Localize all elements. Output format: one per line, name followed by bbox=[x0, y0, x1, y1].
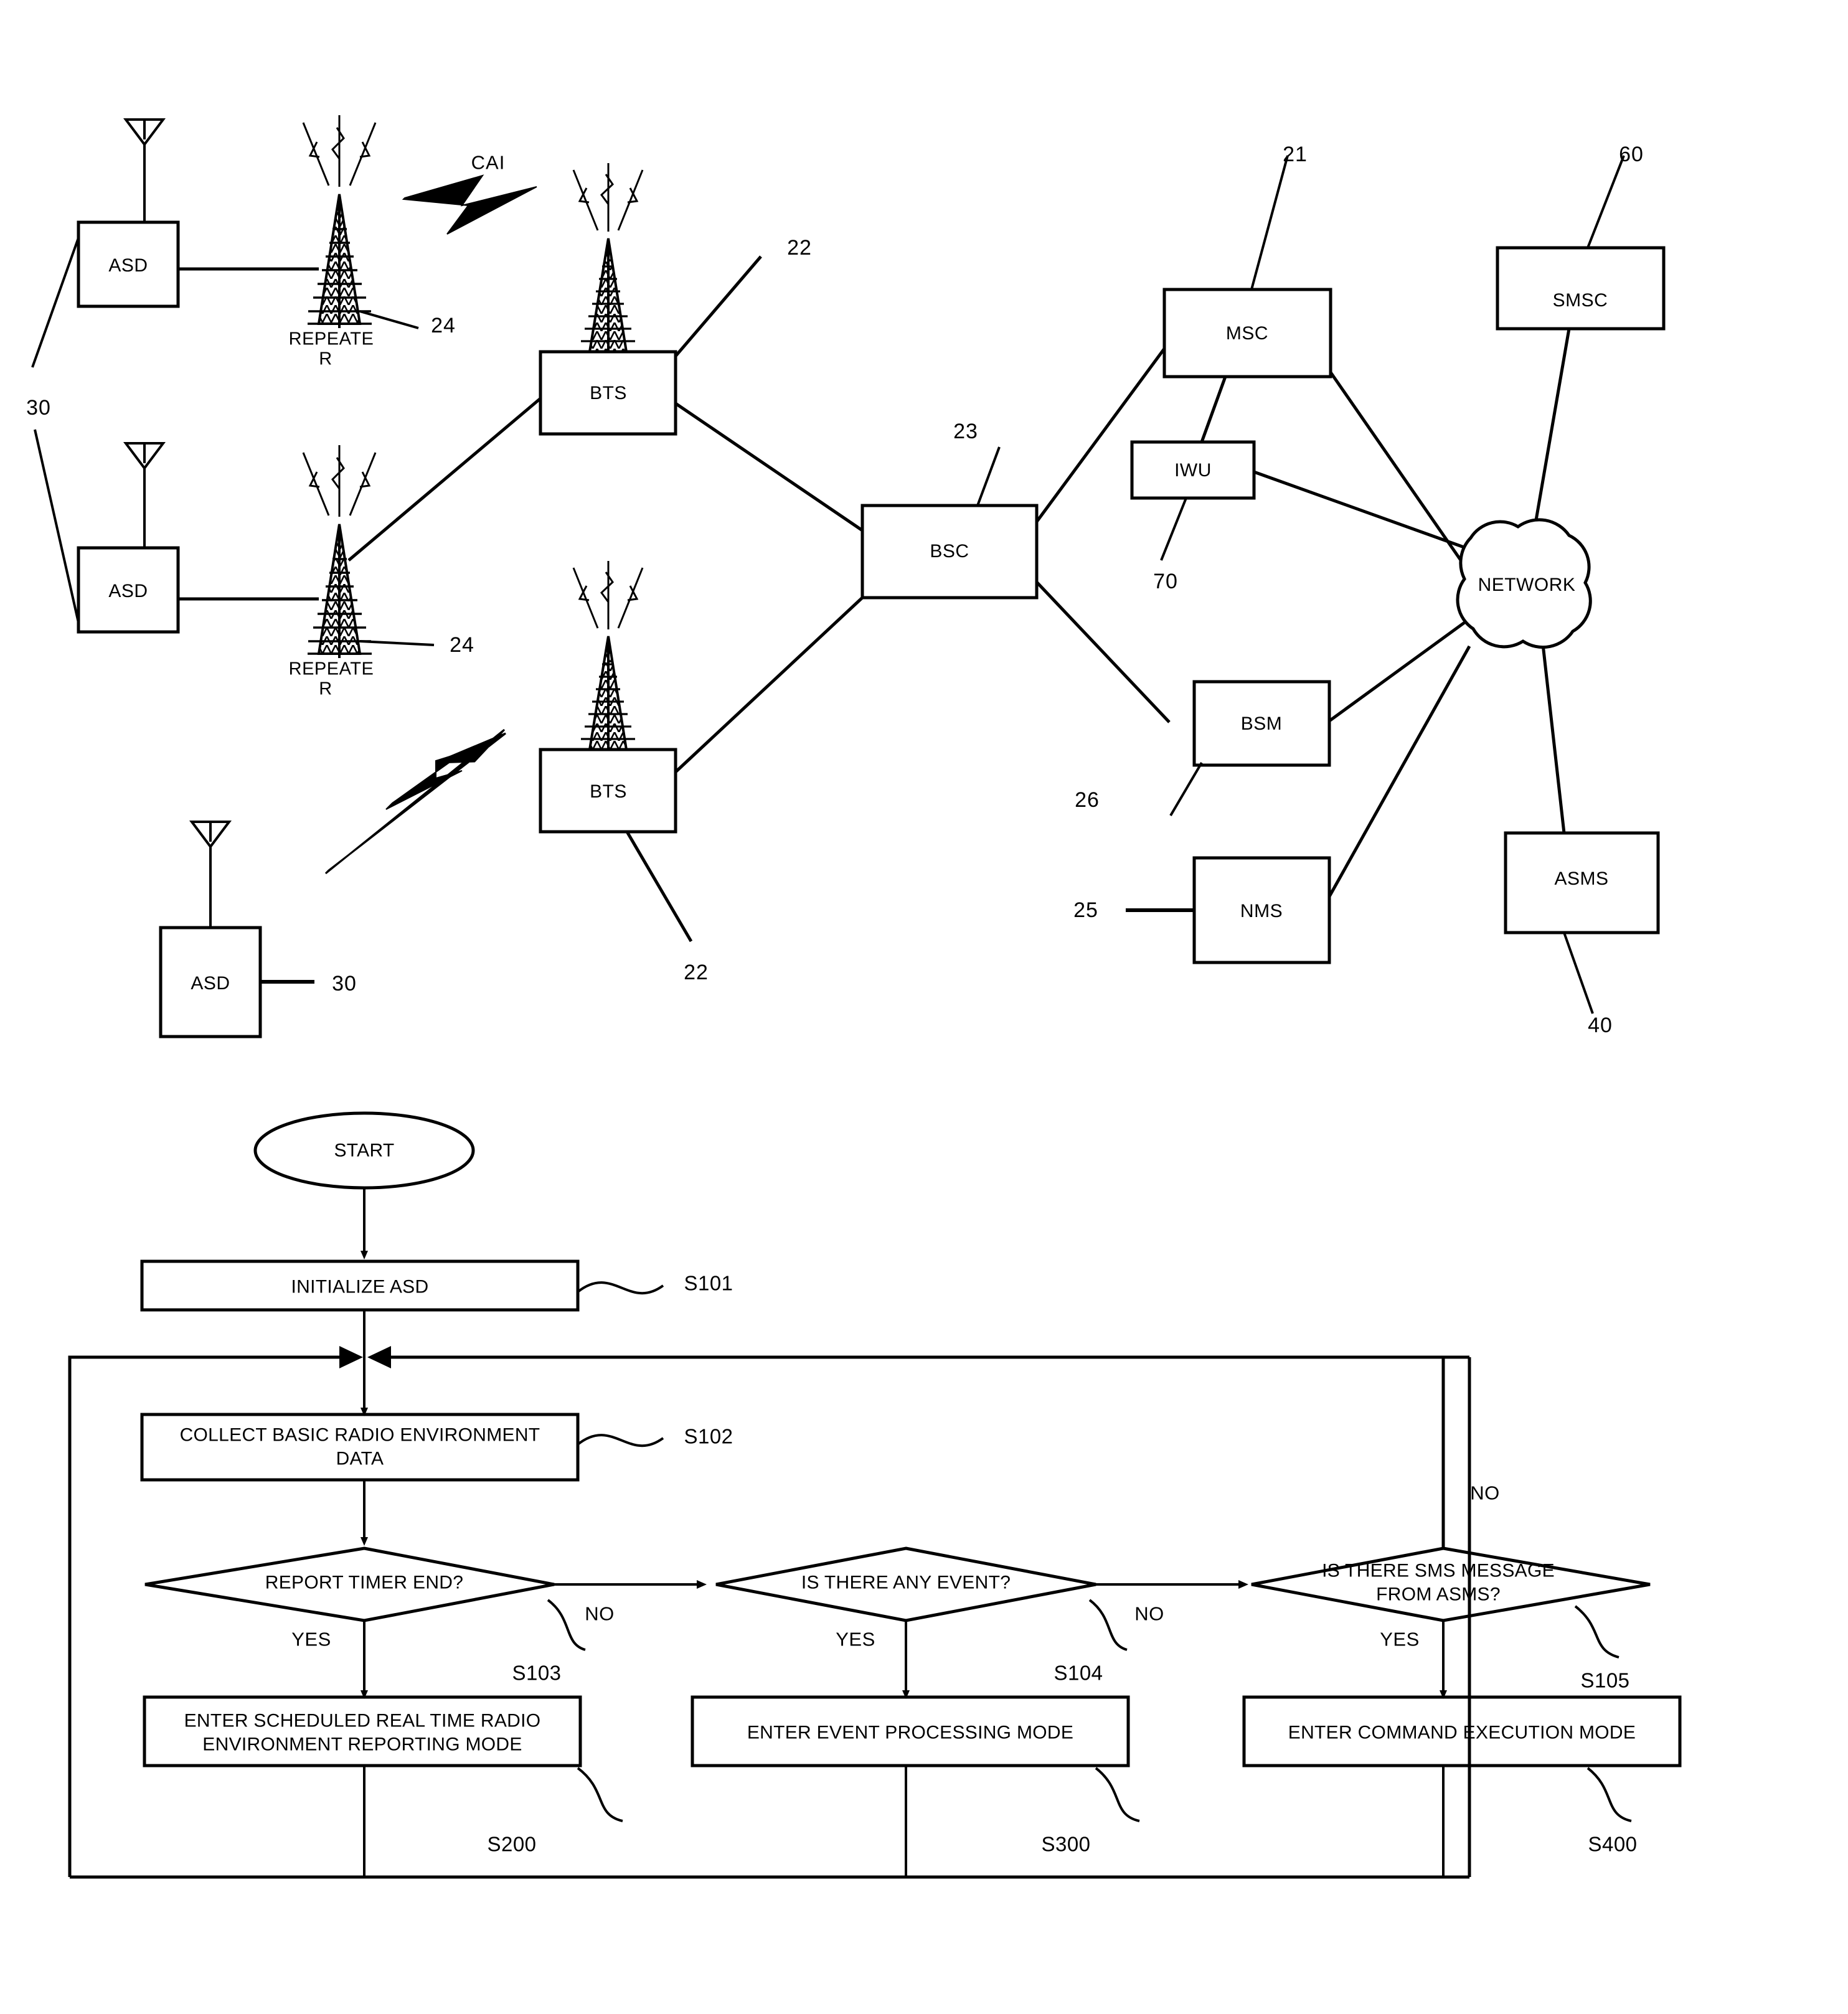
ref-30-asd-single: 30 bbox=[332, 971, 357, 995]
node-label-asms: ASMS bbox=[1554, 868, 1609, 890]
branch-label-s105-yes: YES bbox=[1380, 1628, 1420, 1650]
ref-25-nms: 25 bbox=[1073, 898, 1098, 922]
step-ref-s102: S102 bbox=[684, 1424, 733, 1448]
node-label-bsc: BSC bbox=[930, 541, 969, 562]
ref-30-asd-group: 30 bbox=[26, 395, 51, 420]
branch-label-s103-no: NO bbox=[585, 1602, 615, 1625]
repeater-label-1-line2: R bbox=[319, 349, 332, 369]
node-label-asd-2: ASD bbox=[108, 581, 148, 602]
node-label-nms: NMS bbox=[1240, 901, 1283, 922]
flow-label-s200: ENTER SCHEDULED REAL TIME RADIO ENVIRONM… bbox=[184, 1710, 541, 1755]
ref-21-msc: 21 bbox=[1283, 142, 1308, 166]
figure-page: ASD ASD ASD BTS BTS BSC MSC IWU BSM NMS … bbox=[0, 0, 1848, 2014]
ref-70-iwu: 70 bbox=[1153, 569, 1178, 593]
step-ref-s103: S103 bbox=[512, 1661, 562, 1685]
flow-label-s105: IS THERE SMS MESSAGE FROM ASMS? bbox=[1322, 1560, 1555, 1605]
node-label-smsc: SMSC bbox=[1552, 290, 1608, 311]
bts-tower-2 bbox=[581, 636, 635, 751]
ref-22-bts-bottom: 22 bbox=[684, 960, 709, 984]
repeater-tower-1 bbox=[308, 194, 372, 328]
cai-bolt bbox=[402, 174, 537, 235]
flow-label-s104: IS THERE ANY EVENT? bbox=[801, 1572, 1011, 1593]
flow-label-s300: ENTER EVENT PROCESSING MODE bbox=[747, 1722, 1074, 1743]
ref-40-asms: 40 bbox=[1588, 1013, 1613, 1037]
step-ref-s101: S101 bbox=[684, 1271, 733, 1295]
ref-26-bsm: 26 bbox=[1075, 788, 1100, 812]
flow-label-s103: REPORT TIMER END? bbox=[265, 1572, 464, 1593]
node-label-bsm: BSM bbox=[1240, 713, 1283, 735]
ref-24-repeater-bottom: 24 bbox=[450, 633, 474, 657]
ref-22-bts-top: 22 bbox=[787, 235, 812, 260]
repeater-tower-2 bbox=[308, 524, 372, 658]
branch-label-s105-no: NO bbox=[1470, 1482, 1500, 1504]
flow-start-label: START bbox=[334, 1140, 395, 1161]
branch-label-s104-no: NO bbox=[1134, 1602, 1164, 1625]
flow-label-s101: INITIALIZE ASD bbox=[291, 1276, 429, 1297]
flow-label-s102: COLLECT BASIC RADIO ENVIRONMENT DATA bbox=[179, 1424, 540, 1469]
repeater-label-2-line2: R bbox=[319, 679, 332, 699]
node-label-bts-1: BTS bbox=[590, 383, 627, 404]
step-ref-s300: S300 bbox=[1041, 1832, 1091, 1856]
ref-60-smsc: 60 bbox=[1619, 142, 1644, 166]
node-label-iwu: IWU bbox=[1174, 460, 1212, 481]
step-ref-s400: S400 bbox=[1588, 1832, 1638, 1856]
ref-24-repeater-top: 24 bbox=[431, 313, 456, 337]
node-label-asd-3: ASD bbox=[191, 973, 230, 994]
bts-tower-1 bbox=[581, 238, 635, 353]
node-label-msc: MSC bbox=[1225, 323, 1269, 344]
node-label-bts-2: BTS bbox=[590, 781, 627, 802]
flow-label-s400: ENTER COMMAND EXECUTION MODE bbox=[1288, 1722, 1636, 1743]
node-label-asd-1: ASD bbox=[108, 255, 148, 276]
step-ref-s200: S200 bbox=[487, 1832, 537, 1856]
branch-label-s103-yes: YES bbox=[291, 1628, 331, 1650]
ref-23-bsc: 23 bbox=[953, 419, 978, 443]
node-label-network: NETWORK bbox=[1478, 575, 1576, 596]
step-ref-s105: S105 bbox=[1580, 1668, 1630, 1692]
air-interface-bolt bbox=[324, 728, 506, 875]
branch-label-s104-yes: YES bbox=[836, 1628, 875, 1650]
node-smsc bbox=[1496, 246, 1666, 331]
step-ref-s104: S104 bbox=[1054, 1661, 1103, 1685]
repeater-label-2-line1: REPEATE bbox=[288, 659, 374, 679]
cai-label: CAI bbox=[471, 151, 506, 174]
repeater-label-1-line1: REPEATE bbox=[288, 329, 374, 349]
